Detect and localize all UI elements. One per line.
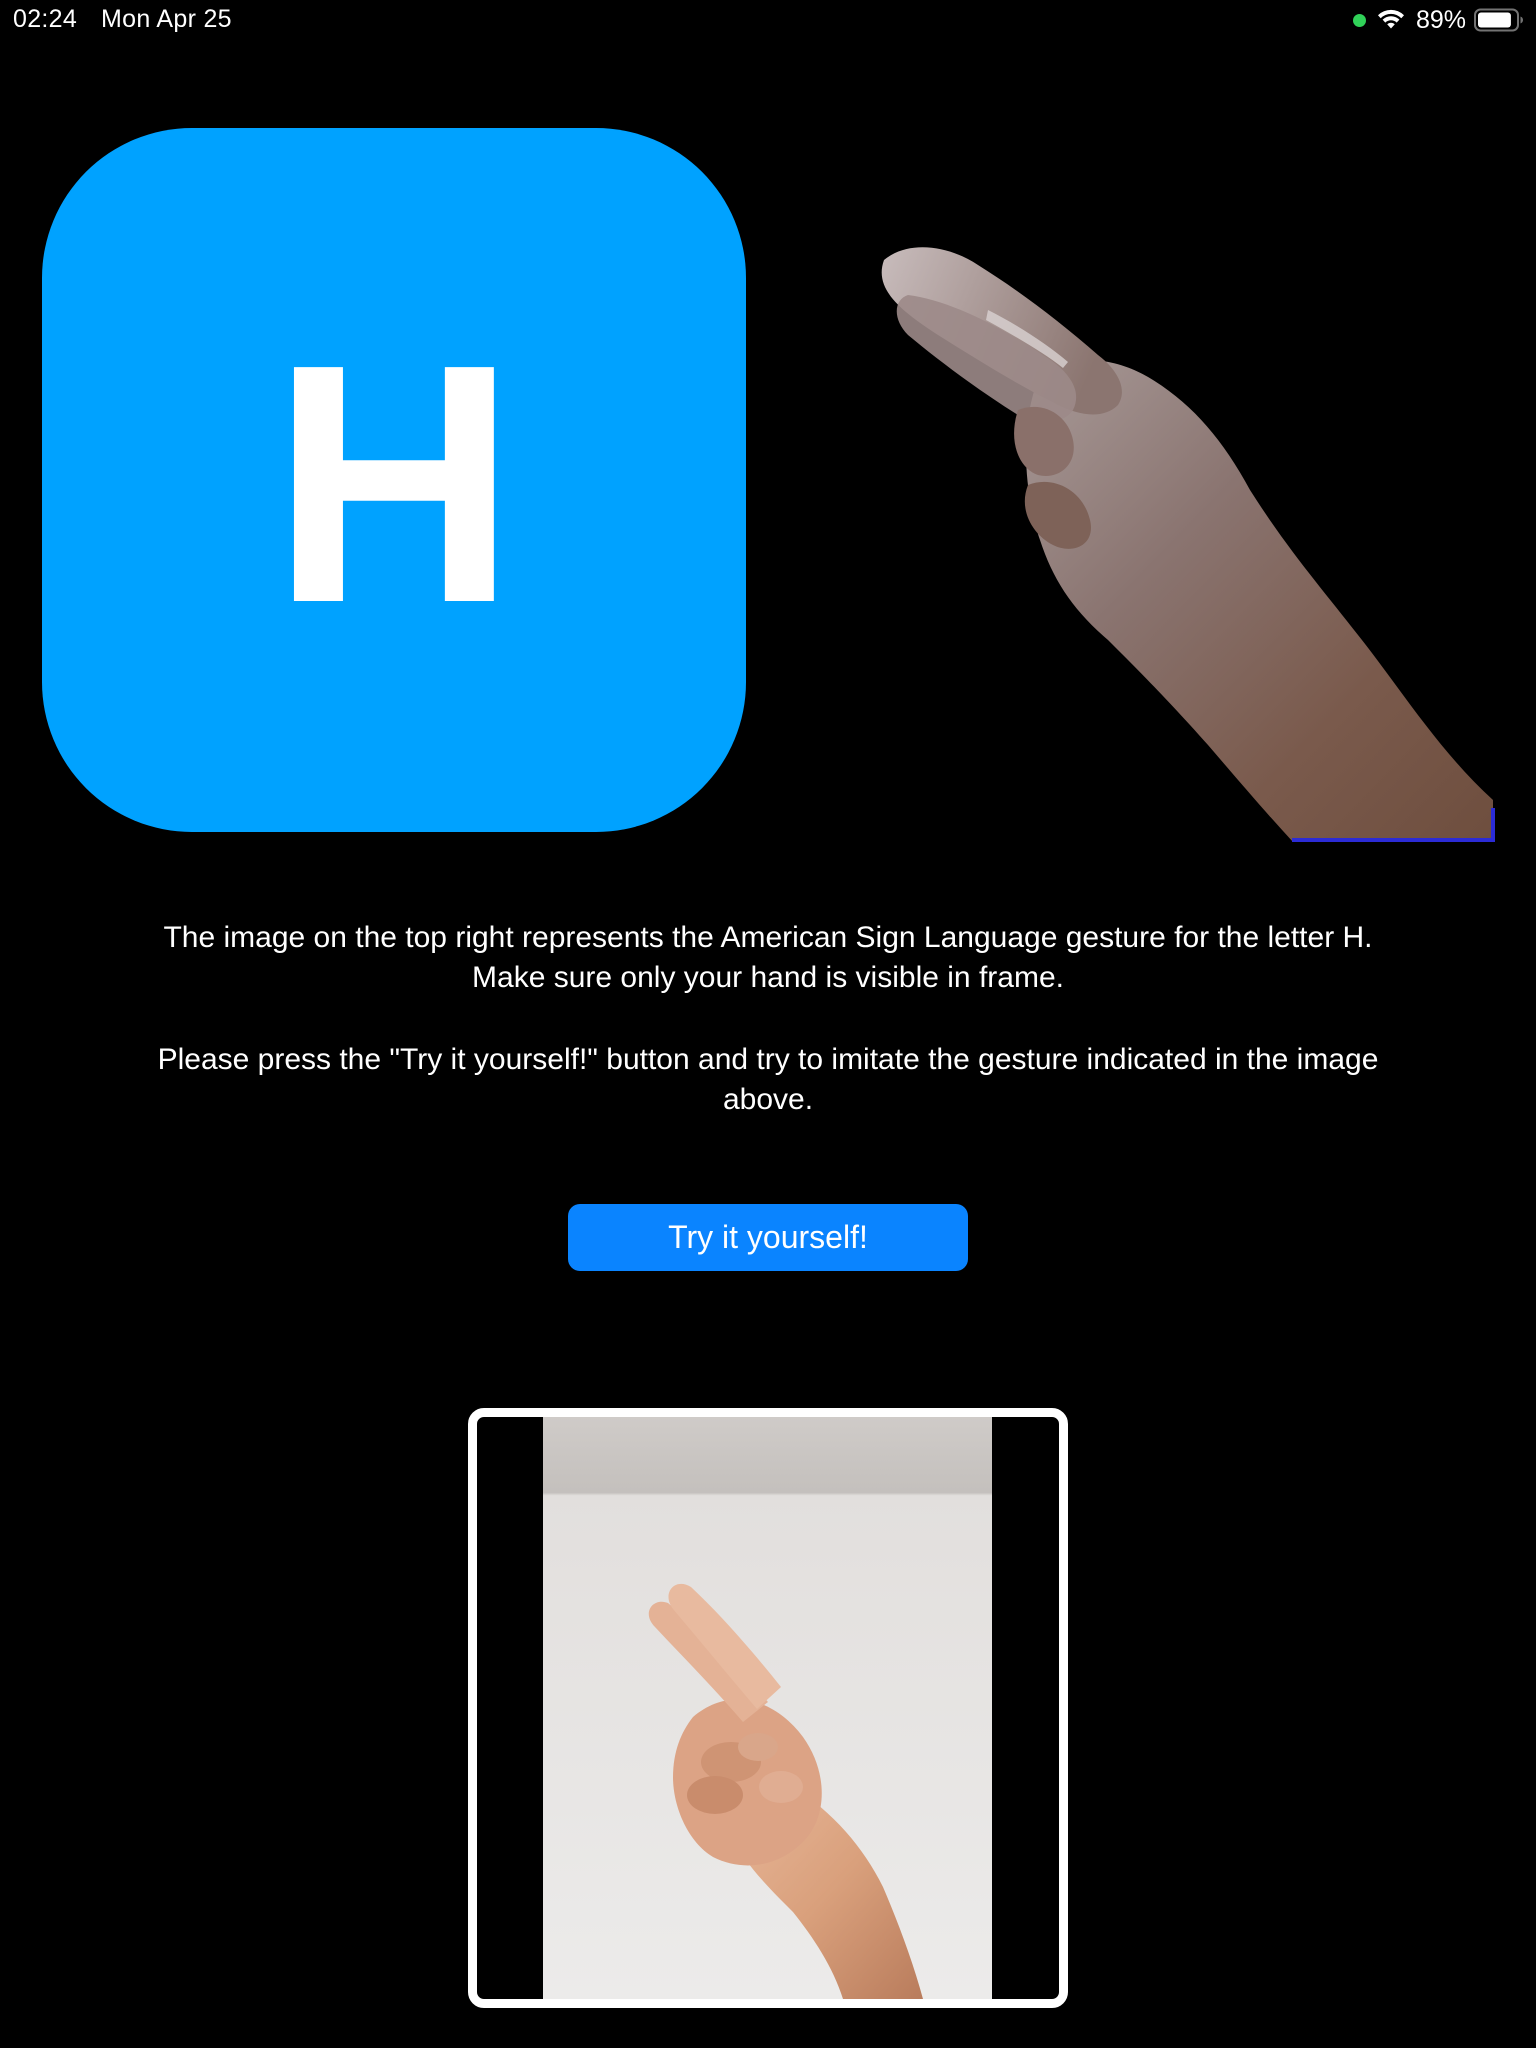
camera-feed-image xyxy=(543,1417,992,1999)
letter-glyph: H xyxy=(271,294,517,674)
reference-hand-image xyxy=(881,247,1495,842)
status-indicators: 89% xyxy=(1352,5,1524,34)
camera-preview xyxy=(468,1408,1068,2008)
green-dot-icon xyxy=(1352,13,1366,27)
status-date: Mon Apr 25 xyxy=(101,5,232,33)
status-bar: 02:24 Mon Apr 25 89% xyxy=(0,0,1536,40)
status-time: 02:24 xyxy=(13,5,78,33)
instruction-line-3: Please press the "Try it yourself!" butt… xyxy=(157,1043,1379,1116)
letter-tile: H xyxy=(42,128,746,832)
battery-icon xyxy=(1474,8,1523,32)
try-it-yourself-button[interactable]: Try it yourself! xyxy=(568,1204,968,1271)
battery-percent: 89% xyxy=(1415,5,1466,34)
instructions: The image on the top right represents th… xyxy=(40,918,1496,1120)
instruction-line-1: The image on the top right represents th… xyxy=(163,921,1373,954)
instruction-line-2: Make sure only your hand is visible in f… xyxy=(472,961,1064,994)
wifi-icon xyxy=(1377,9,1404,29)
